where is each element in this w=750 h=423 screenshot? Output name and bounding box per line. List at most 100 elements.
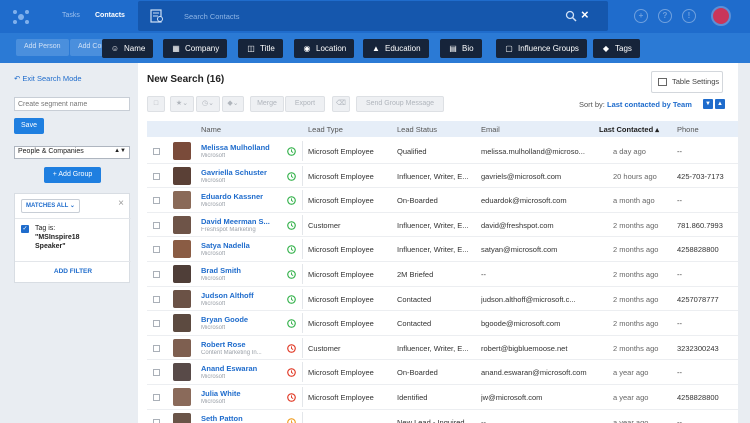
avatar[interactable] xyxy=(173,412,191,423)
phone-cell[interactable]: 781.860.7993 xyxy=(677,221,735,230)
contact-status-clock-icon[interactable] xyxy=(287,171,296,181)
email-cell[interactable]: satyan@microsoft.com xyxy=(481,245,593,254)
avatar[interactable] xyxy=(173,265,191,283)
sort-options-icon[interactable]: ▼ xyxy=(703,99,713,109)
email-cell[interactable]: -- xyxy=(481,270,593,279)
add-person-button[interactable]: Add Person xyxy=(16,39,69,56)
nav-tasks[interactable]: Tasks xyxy=(62,12,80,19)
filter-tab-company[interactable]: ▦ Company xyxy=(163,39,228,58)
avatar[interactable] xyxy=(173,191,191,210)
sort-dropdown[interactable]: Last contacted by Team xyxy=(607,100,692,109)
phone-cell[interactable]: -- xyxy=(677,418,735,423)
contact-name-link[interactable]: David Meerman S... xyxy=(201,217,270,226)
row-checkbox[interactable] xyxy=(153,418,160,423)
contact-name-link[interactable]: Gavriella Schuster xyxy=(201,168,267,177)
table-row[interactable]: David Meerman S... Freshspot Marketing Cus… xyxy=(147,213,738,238)
row-checkbox[interactable] xyxy=(153,197,160,205)
filter-tab-education[interactable]: ▲ Education xyxy=(363,39,429,58)
table-row[interactable]: Julia White Microsoft Microsoft Employee Id… xyxy=(147,385,738,410)
search-icon[interactable] xyxy=(565,10,577,22)
column-name[interactable]: Name xyxy=(201,125,221,134)
column-email[interactable]: Email xyxy=(481,125,500,134)
avatar[interactable] xyxy=(173,142,191,160)
row-checkbox[interactable] xyxy=(153,172,160,180)
filter-tab-title[interactable]: ◫ Title xyxy=(238,39,283,58)
close-icon[interactable]: × xyxy=(118,198,124,209)
help-icon[interactable]: ? xyxy=(658,9,672,23)
email-cell[interactable]: melissa.mulholland@microso... xyxy=(481,147,593,156)
avatar[interactable] xyxy=(173,289,191,308)
avatar[interactable] xyxy=(173,314,191,333)
row-checkbox[interactable] xyxy=(153,271,160,278)
column-lead-type[interactable]: Lead Type xyxy=(308,125,343,134)
tag-filter-checkbox[interactable]: ✓ xyxy=(21,225,29,233)
row-checkbox[interactable] xyxy=(153,295,160,303)
avatar[interactable] xyxy=(173,338,191,357)
phone-cell[interactable]: 4257078777 xyxy=(677,295,735,304)
table-row[interactable]: Satya Nadella Microsoft Microsoft Employee… xyxy=(147,237,738,262)
email-cell[interactable]: robert@bigbluemoose.net xyxy=(481,344,593,353)
contact-name-link[interactable]: Melissa Mulholland xyxy=(201,143,270,152)
search-input[interactable]: Search Contacts xyxy=(184,12,239,21)
segment-name-input[interactable] xyxy=(14,97,130,111)
contact-status-clock-icon[interactable] xyxy=(287,319,296,329)
filter-tab-bio[interactable]: ▤ Bio xyxy=(440,39,482,58)
table-row[interactable]: Eduardo Kassner Microsoft Microsoft Employ… xyxy=(147,188,738,213)
contact-status-clock-icon[interactable] xyxy=(287,368,296,378)
star-dropdown-icon[interactable]: ★⌄ xyxy=(170,96,194,112)
contact-status-clock-icon[interactable] xyxy=(287,270,296,279)
add-icon[interactable]: + xyxy=(634,9,648,23)
contact-name-link[interactable]: Satya Nadella xyxy=(201,241,250,250)
filter-tab-name[interactable]: ☺ Name xyxy=(102,39,154,58)
table-row[interactable]: Brad Smith Microsoft Microsoft Employee 2M … xyxy=(147,262,738,287)
column-last-contacted[interactable]: Last Contacted ▴ xyxy=(599,125,659,134)
phone-cell[interactable]: -- xyxy=(677,368,735,377)
user-avatar[interactable] xyxy=(711,6,731,26)
tag-dropdown-icon[interactable]: ◆⌄ xyxy=(222,96,244,112)
column-phone[interactable]: Phone xyxy=(677,125,699,134)
phone-cell[interactable]: 4258828800 xyxy=(677,393,735,402)
phone-cell[interactable]: -- xyxy=(677,196,735,205)
table-row[interactable]: Gavriella Schuster Microsoft Microsoft Emp… xyxy=(147,164,738,189)
filter-tab-location[interactable]: ◉ Location xyxy=(294,39,355,58)
row-checkbox[interactable] xyxy=(153,221,160,229)
row-checkbox[interactable] xyxy=(153,369,160,377)
contact-name-link[interactable]: Bryan Goode xyxy=(201,315,248,324)
table-row[interactable]: Anand Eswaran Microsoft Microsoft Employee… xyxy=(147,360,738,385)
select-all-checkbox[interactable]: □ xyxy=(147,96,165,112)
table-settings-button[interactable]: Table Settings xyxy=(651,71,723,93)
contact-status-clock-icon[interactable] xyxy=(287,294,296,304)
email-cell[interactable]: gavriels@microsoft.com xyxy=(481,172,593,181)
avatar[interactable] xyxy=(173,166,191,185)
contact-name-link[interactable]: Eduardo Kassner xyxy=(201,192,263,201)
app-logo-icon[interactable] xyxy=(12,8,30,26)
row-checkbox[interactable] xyxy=(153,344,160,352)
column-lead-status[interactable]: Lead Status xyxy=(397,125,437,134)
email-cell[interactable]: bgoode@microsoft.com xyxy=(481,319,593,328)
phone-cell[interactable]: -- xyxy=(677,147,735,156)
contact-status-clock-icon[interactable] xyxy=(287,147,296,156)
avatar[interactable] xyxy=(173,215,191,234)
avatar[interactable] xyxy=(173,388,191,406)
exit-search-mode-link[interactable]: ↶ Exit Search Mode xyxy=(14,74,82,83)
phone-cell[interactable]: 3232300243 xyxy=(677,344,735,353)
email-cell[interactable]: judson.althoff@microsoft.c... xyxy=(481,295,593,304)
contact-name-link[interactable]: Julia White xyxy=(201,389,241,398)
email-cell[interactable]: david@freshspot.com xyxy=(481,221,593,230)
row-checkbox[interactable] xyxy=(153,320,160,328)
contact-status-clock-icon[interactable] xyxy=(287,393,296,402)
nav-contacts[interactable]: Contacts xyxy=(95,12,125,19)
matches-all-dropdown[interactable]: MATCHES ALL ⌄ xyxy=(21,199,80,213)
table-row[interactable]: Seth PattonMicrosoftNew Lead - Inquired-… xyxy=(147,410,738,423)
contact-status-clock-icon[interactable] xyxy=(287,343,296,353)
search-bar[interactable]: Search Contacts × xyxy=(138,1,608,31)
email-cell[interactable]: eduardok@microsoft.com xyxy=(481,196,593,205)
contact-name-link[interactable]: Seth Patton xyxy=(201,414,243,423)
table-row[interactable]: Judson Althoff Microsoft Microsoft Employe… xyxy=(147,287,738,312)
phone-cell[interactable]: 4258828800 xyxy=(677,245,735,254)
table-row[interactable]: Bryan Goode Microsoft Microsoft Employee Co… xyxy=(147,311,738,336)
phone-cell[interactable]: -- xyxy=(677,319,735,328)
contact-status-clock-icon[interactable] xyxy=(287,220,296,230)
table-row[interactable]: Robert Rose Content Marketing In... Custom… xyxy=(147,336,738,361)
clock-dropdown-icon[interactable]: ◷⌄ xyxy=(196,96,220,112)
